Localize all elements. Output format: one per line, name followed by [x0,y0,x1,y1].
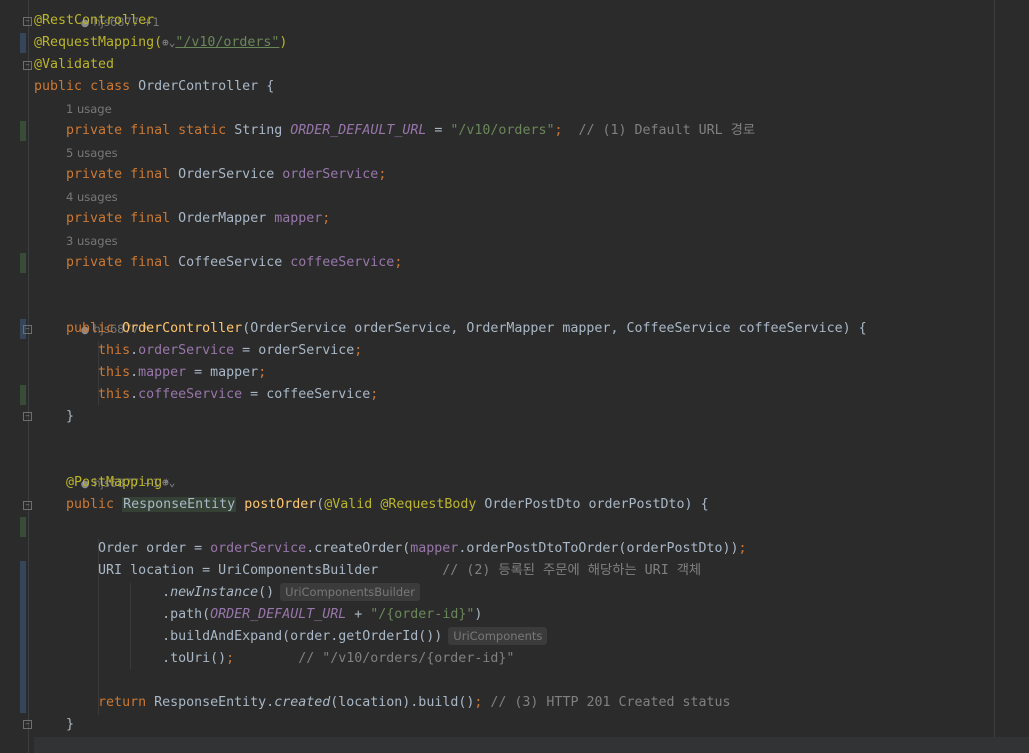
code-line[interactable]: Order order = orderService.createOrder(m… [34,538,747,560]
usage-hint[interactable]: 3 usages [66,230,118,252]
author-hint[interactable]: ● hjs6877 * [66,296,149,336]
gutter-divider [28,0,29,753]
change-marker[interactable] [20,33,26,53]
code-line[interactable]: private final static String ORDER_DEFAUL… [34,120,755,142]
code-line[interactable]: public class OrderController { [34,76,274,98]
globe-icon[interactable]: ⊕⌄ [162,476,175,489]
right-margin-guide [994,0,995,753]
code-line[interactable]: this.coffeeService = coffeeService; [34,384,378,406]
code-line[interactable]: URI location = UriComponentsBuilder // (… [34,560,701,582]
usage-hint[interactable]: 5 usages [66,142,118,164]
change-marker[interactable] [20,121,26,141]
code-line[interactable]: this.mapper = mapper; [34,362,266,384]
fold-icon[interactable]: − [23,501,32,510]
code-line[interactable]: public OrderController(OrderService orde… [34,318,867,340]
code-line[interactable]: @Validated [34,54,114,76]
code-line[interactable]: public ResponseEntity postOrder(@Valid @… [34,494,709,516]
code-line[interactable]: .newInstance() UriComponentsBuilder [34,582,420,604]
code-line[interactable]: .path(ORDER_DEFAULT_URL + "/{order-id}") [34,604,482,626]
usage-hint[interactable]: 4 usages [66,186,118,208]
fold-icon[interactable]: − [23,325,32,334]
fold-icon[interactable]: − [23,17,32,26]
code-line[interactable]: return ResponseEntity.created(location).… [34,692,731,714]
code-line[interactable]: private final OrderMapper mapper; [34,208,330,230]
fold-icon[interactable]: − [23,720,32,729]
globe-icon[interactable]: ⊕⌄ [162,36,175,49]
change-marker[interactable] [20,517,26,537]
code-line[interactable]: @RestController [34,10,154,32]
change-marker[interactable] [20,253,26,273]
code-line[interactable]: @PostMapping⊕⌄ [34,472,175,494]
code-line[interactable]: .toUri(); // "/v10/orders/{order-id}" [34,648,514,670]
code-line[interactable]: this.orderService = orderService; [34,340,362,362]
author-hint[interactable]: ● hjs6877 +1 * [66,450,170,490]
change-marker[interactable] [20,385,26,405]
fold-icon[interactable]: − [23,61,32,70]
code-line[interactable]: private final CoffeeService coffeeServic… [34,252,402,274]
current-line-highlight [34,737,1029,753]
code-line[interactable]: private final OrderService orderService; [34,164,386,186]
code-line[interactable]: @RequestMapping(⊕⌄"/v10/orders") [34,32,287,54]
usage-hint[interactable]: 1 usage [66,98,112,120]
type-hint[interactable]: UriComponentsBuilder [280,583,420,601]
code-line[interactable]: } [34,714,74,736]
change-marker[interactable] [20,561,26,713]
fold-icon[interactable]: − [23,412,32,421]
code-line[interactable]: } [34,406,74,428]
type-hint[interactable]: UriComponents [448,627,548,645]
code-line[interactable]: .buildAndExpand(order.getOrderId()) UriCo… [34,626,548,648]
